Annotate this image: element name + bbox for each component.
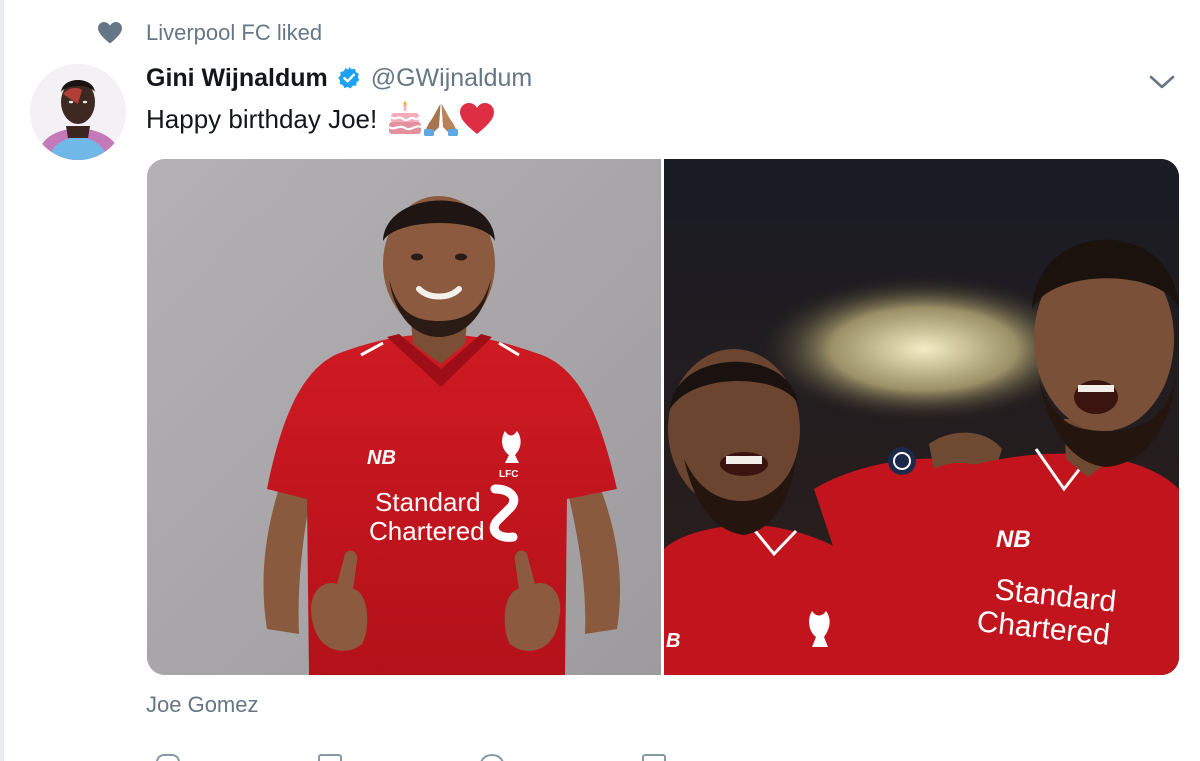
media-caption[interactable]: Joe Gomez	[146, 692, 259, 718]
author-name[interactable]: Gini Wijnaldum	[146, 64, 328, 93]
like-icon[interactable]	[480, 754, 504, 761]
avatar[interactable]	[30, 64, 126, 160]
reply-icon[interactable]	[156, 754, 180, 761]
retweet-icon[interactable]	[318, 754, 342, 761]
verified-badge-icon	[336, 65, 362, 91]
svg-text:B: B	[666, 630, 680, 652]
tweet-text-body: Happy birthday Joe!	[146, 103, 378, 134]
svg-text:LFC: LFC	[499, 469, 518, 480]
media-grid: NB LFC Standard Chartered NB B Standard …	[147, 159, 1179, 675]
tweet-actions	[146, 748, 746, 761]
emoji-group	[387, 101, 495, 137]
folded-hands-emoji	[423, 101, 459, 137]
tweet-text: Happy birthday Joe!	[146, 99, 495, 139]
tweet-header: Gini Wijnaldum @GWijnaldum	[146, 60, 532, 96]
svg-text:NB: NB	[367, 447, 396, 469]
social-context-label[interactable]: Liverpool FC liked	[146, 20, 322, 46]
birthday-cake-emoji	[387, 101, 423, 137]
author-handle[interactable]: @GWijnaldum	[371, 64, 533, 93]
left-sponsor-line1: Standard	[375, 487, 481, 517]
timeline-border	[0, 0, 4, 761]
photo-celebration[interactable]: NB B Standard Chartered	[664, 159, 1179, 675]
chevron-down-icon[interactable]	[1146, 68, 1178, 96]
social-context[interactable]: Liverpool FC liked	[96, 18, 322, 48]
photo-joe-gomez-portrait[interactable]: NB LFC Standard Chartered	[147, 159, 661, 675]
tweet-card[interactable]: Liverpool FC liked Gini Wijnaldum @GWijn…	[0, 0, 1200, 761]
svg-text:NB: NB	[996, 526, 1031, 553]
heart-icon	[96, 19, 124, 47]
share-icon[interactable]	[642, 754, 666, 761]
red-heart-emoji	[459, 101, 495, 137]
left-sponsor-line2: Chartered	[369, 516, 485, 546]
